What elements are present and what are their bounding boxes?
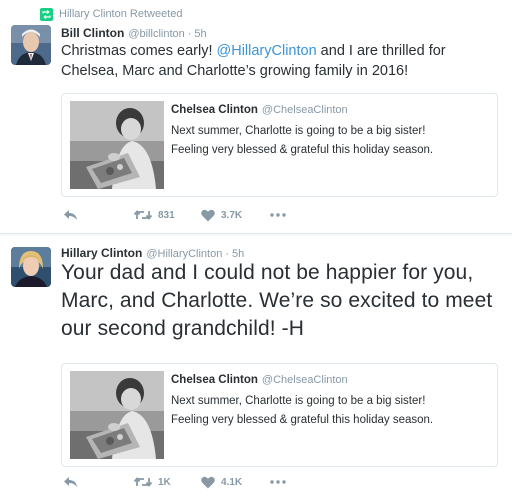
quoted-author-name[interactable]: Chelsea Clinton	[171, 374, 258, 386]
like-count: 3.7K	[221, 209, 243, 221]
quoted-tweet[interactable]: Chelsea Clinton @ChelseaClinton Next sum…	[61, 93, 498, 197]
timestamp[interactable]: 5h	[194, 28, 206, 40]
quoted-photo[interactable]	[70, 101, 164, 189]
reply-icon	[63, 475, 78, 489]
like-button[interactable]: 3.7K	[201, 207, 242, 223]
quoted-header: Chelsea Clinton @ChelseaClinton	[171, 104, 348, 116]
tweet-bill-clinton[interactable]: Hillary Clinton Retweeted Bill Clinton @…	[0, 0, 512, 234]
retweeted-context: Hillary Clinton Retweeted	[40, 7, 183, 21]
author-handle[interactable]: @billclinton	[128, 28, 184, 40]
tweet-actions: 1K 4.1K	[61, 474, 321, 490]
quoted-text-line: Next summer, Charlotte is going to be a …	[171, 125, 426, 137]
retweet-button[interactable]: 1K	[134, 474, 171, 490]
retweeted-icon	[40, 7, 53, 21]
quoted-text-line: Feeling very blessed & grateful this hol…	[171, 144, 434, 156]
mention-link[interactable]: @HillaryClinton	[217, 43, 317, 59]
avatar[interactable]	[11, 247, 51, 287]
tweet-header: Bill Clinton @billclinton · 5h	[61, 26, 207, 40]
retweeted-label[interactable]: Hillary Clinton Retweeted	[59, 8, 183, 20]
more-icon	[270, 213, 286, 217]
more-icon	[270, 480, 286, 484]
quoted-text-line: Feeling very blessed & grateful this hol…	[171, 414, 434, 426]
author-name[interactable]: Bill Clinton	[61, 26, 124, 40]
heart-icon	[201, 209, 215, 222]
quoted-text: Next summer, Charlotte is going to be a …	[171, 392, 491, 430]
avatar[interactable]	[11, 25, 51, 65]
more-button[interactable]	[270, 474, 286, 490]
heart-icon	[201, 476, 215, 489]
separator-dot: ·	[187, 28, 192, 40]
tweet-hillary-clinton[interactable]: Hillary Clinton @HillaryClinton · 5h You…	[0, 236, 512, 501]
tweet-text: Your dad and I could not be happier for …	[61, 261, 493, 340]
quoted-text-line: Next summer, Charlotte is going to be a …	[171, 395, 426, 407]
quoted-author-handle[interactable]: @ChelseaClinton	[262, 104, 348, 116]
quoted-photo[interactable]	[70, 371, 164, 459]
more-button[interactable]	[270, 207, 286, 223]
retweet-button[interactable]: 831	[134, 207, 175, 223]
reply-button[interactable]	[63, 474, 78, 490]
quoted-author-handle[interactable]: @ChelseaClinton	[262, 374, 348, 386]
tweet-text-part: Christmas comes early!	[61, 43, 217, 59]
retweet-count: 831	[158, 209, 175, 221]
quoted-text: Next summer, Charlotte is going to be a …	[171, 122, 491, 160]
tweet-actions: 831 3.7K	[61, 207, 321, 223]
retweet-icon	[134, 209, 152, 221]
like-count: 4.1K	[221, 476, 243, 488]
reply-button[interactable]	[63, 207, 78, 223]
reply-icon	[63, 208, 78, 222]
quoted-author-name[interactable]: Chelsea Clinton	[171, 104, 258, 116]
author-name[interactable]: Hillary Clinton	[61, 246, 142, 260]
tweet-text: Christmas comes early! @HillaryClinton a…	[61, 41, 501, 81]
retweet-icon	[134, 476, 152, 488]
quoted-tweet[interactable]: Chelsea Clinton @ChelseaClinton Next sum…	[61, 363, 498, 467]
like-button[interactable]: 4.1K	[201, 474, 242, 490]
retweet-count: 1K	[158, 476, 171, 488]
tweet-header: Hillary Clinton @HillaryClinton · 5h	[61, 246, 244, 260]
quoted-header: Chelsea Clinton @ChelseaClinton	[171, 374, 348, 386]
